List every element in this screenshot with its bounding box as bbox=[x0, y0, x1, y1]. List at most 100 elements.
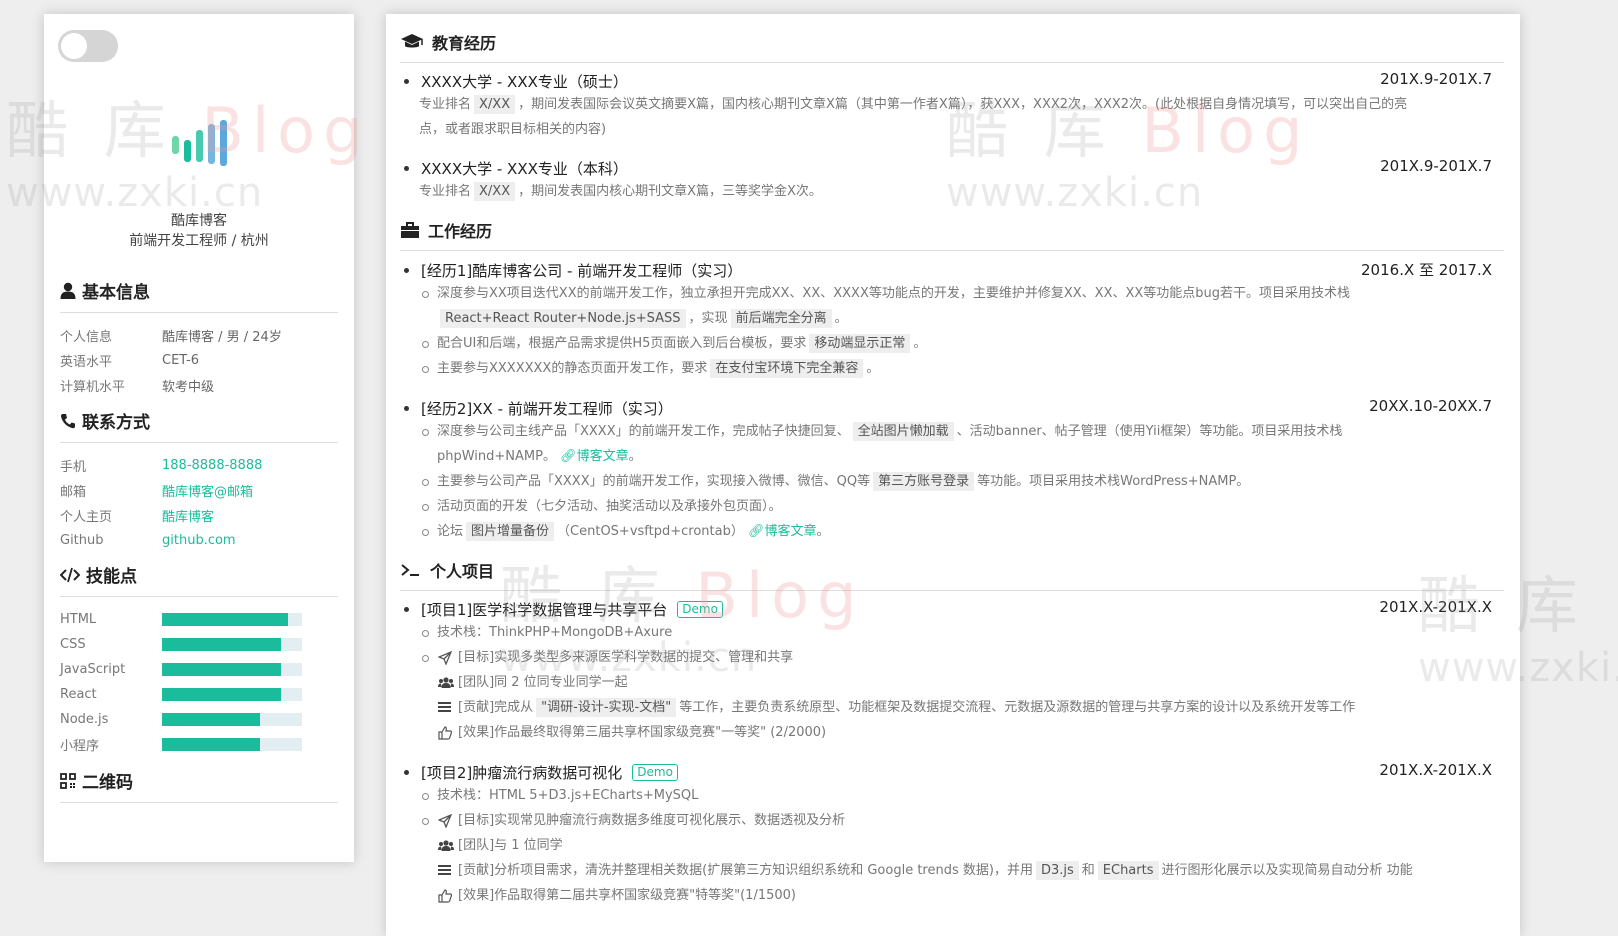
detail-text: ，实现 bbox=[688, 311, 728, 326]
profile-name: 酷库博客 bbox=[171, 213, 227, 229]
entry-title: [项目2]肿瘤流行病数据可视化 Demo 201X.X-201X.X bbox=[400, 761, 1492, 783]
contrib-text: 进行图形化展示以及实现简易自动分析 功能 bbox=[1161, 863, 1413, 878]
logo-icon bbox=[172, 120, 227, 166]
tech-chip: 前后端完全分离 bbox=[730, 309, 832, 328]
users-icon bbox=[438, 677, 454, 688]
qrcode-section: 二维码 bbox=[60, 768, 338, 813]
work-title: 工作经历 bbox=[428, 222, 493, 241]
skills-section: 技能点 HTML CSS JavaScript React Node.js 小程序 bbox=[60, 562, 338, 757]
entry-desc: 专业排名 X/XX ，期间发表国际会议英文摘要X篇，国内核心期刊文章X篇（其中第一作… bbox=[400, 92, 1492, 142]
info-row: 英语水平 CET-6 bbox=[60, 348, 338, 373]
project-entry: [项目2]肿瘤流行病数据可视化 Demo 201X.X-201X.X 技术栈：HTM… bbox=[400, 761, 1492, 908]
theme-toggle[interactable] bbox=[58, 30, 118, 62]
profile-title: 前端开发工程师 / 杭州 bbox=[129, 233, 269, 249]
entry-title: [经历2]XX - 前端开发工程师（实习） 20XX.10-20XX.7 bbox=[400, 397, 1492, 419]
thumbs-up-icon bbox=[438, 889, 452, 903]
project-team: [团队]与 1 位同学 bbox=[400, 833, 1492, 858]
contact-heading: 联系方式 bbox=[60, 408, 338, 443]
users-icon bbox=[438, 840, 454, 851]
github-link[interactable]: github.com bbox=[162, 533, 236, 548]
phone-link[interactable]: 188-8888-8888 bbox=[162, 458, 262, 473]
skill-bar-fill bbox=[162, 638, 281, 651]
projects-heading: 个人项目 bbox=[400, 558, 1504, 591]
demo-badge[interactable]: Demo bbox=[632, 763, 678, 781]
project-effect: [效果]作品最终取得第三届共享杯国家级竞赛"一等奖" (2/2000) bbox=[400, 720, 1492, 745]
education-heading: 教育经历 bbox=[400, 30, 1504, 63]
entry-title-text: [项目2]肿瘤流行病数据可视化 bbox=[421, 763, 623, 782]
skill-name: 小程序 bbox=[60, 739, 100, 754]
entry-title: XXXX大学 - XXX专业（硕士） 201X.9-201X.7 bbox=[400, 70, 1492, 92]
detail-text: phpWind+NAMP。 bbox=[437, 449, 556, 464]
code-icon bbox=[60, 567, 80, 582]
link-icon: 🔗︎ bbox=[560, 449, 577, 464]
thumbs-up-icon bbox=[438, 726, 452, 740]
briefcase-icon bbox=[401, 222, 419, 238]
demo-badge[interactable]: Demo bbox=[677, 600, 723, 618]
project-goal: [目标]实现多类型多来源医学科学数据的提交、管理和共享 bbox=[400, 645, 1492, 670]
link-icon: 🔗︎ bbox=[747, 524, 765, 539]
tech-chip: 第三方账号登录 bbox=[873, 472, 975, 491]
work-entry: [经历2]XX - 前端开发工程师（实习） 20XX.10-20XX.7 深度参与… bbox=[400, 397, 1492, 544]
contrib-text: [贡献]完成从 bbox=[458, 700, 534, 715]
skill-row: CSS bbox=[60, 632, 338, 657]
contact-key: 邮箱 bbox=[60, 485, 87, 500]
skills-list: HTML CSS JavaScript React Node.js 小程序 bbox=[60, 607, 338, 757]
skill-bar-fill bbox=[162, 713, 260, 726]
project-team: [团队]同 2 位同专业同学一起 bbox=[400, 670, 1492, 695]
desc-text: 专业排名 bbox=[419, 97, 472, 112]
detail-text: 论坛 bbox=[437, 524, 464, 539]
project-contrib: [贡献]分析项目需求，清洗并整理相关数据(扩展第三方知识组织系统和 Google… bbox=[400, 858, 1492, 883]
detail-text: 。 bbox=[913, 336, 927, 351]
detail-text: 主要参与XXXXXXX的静态页面开发工作，要求 bbox=[437, 361, 708, 376]
contact-row: 邮箱 酷库博客@邮箱 bbox=[60, 478, 338, 503]
entry-date: 2016.X 至 2017.X bbox=[1361, 261, 1492, 279]
tech-chip: 在支付宝环境下完全兼容 bbox=[710, 359, 864, 378]
detail-text: 。 bbox=[834, 311, 848, 326]
detail-text: 活动页面的开发（七夕活动、抽奖活动以及承接外包页面）。 bbox=[437, 499, 782, 514]
project-effect: [效果]作品取得第二届共享杯国家级竞赛"特等奖"(1/1500) bbox=[400, 883, 1492, 908]
effect-text: [效果]作品最终取得第三届共享杯国家级竞赛"一等奖" (2/2000) bbox=[458, 725, 827, 740]
info-value: 软考中级 bbox=[162, 380, 215, 395]
skill-bar bbox=[162, 638, 302, 651]
info-key: 英语水平 bbox=[60, 355, 113, 370]
toggle-knob[interactable] bbox=[61, 33, 87, 59]
team-text: [团队]同 2 位同专业同学一起 bbox=[458, 675, 628, 690]
work-detail: 活动页面的开发（七夕活动、抽奖活动以及承接外包页面）。 bbox=[400, 494, 1492, 519]
rank-chip: X/XX bbox=[474, 182, 516, 201]
contact-row: Github github.com bbox=[60, 528, 338, 553]
detail-text: （CentOS+vsftpd+crontab） bbox=[557, 524, 744, 539]
skill-bar bbox=[162, 688, 302, 701]
homepage-link[interactable]: 酷库博客 bbox=[162, 506, 214, 525]
basic-info-section: 基本信息 个人信息 酷库博客 / 男 / 24岁 英语水平 CET-6 计算机水平 软… bbox=[60, 278, 338, 398]
blog-article-link[interactable]: 博客文章 bbox=[577, 449, 629, 464]
info-key: 个人信息 bbox=[60, 330, 113, 345]
contrib-text: [贡献]分析项目需求，清洗并整理相关数据(扩展第三方知识组织系统和 Google… bbox=[458, 863, 1033, 878]
effect-text: [效果]作品取得第二届共享杯国家级竞赛"特等奖"(1/1500) bbox=[458, 888, 796, 903]
contact-row: 个人主页 酷库博客 bbox=[60, 503, 338, 528]
skill-bar bbox=[162, 713, 302, 726]
skill-row: Node.js bbox=[60, 707, 338, 732]
entry-title: XXXX大学 - XXX专业（本科） 201X.9-201X.7 bbox=[400, 157, 1492, 179]
skill-name: CSS bbox=[60, 637, 86, 652]
tech-chip: D3.js bbox=[1035, 861, 1079, 880]
entry-title-text: [项目1]医学科学数据管理与共享平台 bbox=[421, 600, 668, 619]
skill-row: JavaScript bbox=[60, 657, 338, 682]
basic-info-title: 基本信息 bbox=[82, 283, 150, 303]
detail-text: 深度参与公司主线产品「XXXX」的前端开发工作，完成帖子快捷回复、 bbox=[437, 424, 850, 439]
education-entry: XXXX大学 - XXX专业（硕士） 201X.9-201X.7 专业排名 X/XX… bbox=[400, 70, 1492, 142]
project-contrib: [贡献]完成从 "调研-设计-实现-文档" 等工作，主要负责系统原型、功能框架及数据… bbox=[400, 695, 1492, 720]
rank-chip: X/XX bbox=[474, 95, 516, 114]
detail-text: 深度参与XX项目迭代XX的前端开发工作，独立承担开完成XX、XX、XXXX等功能… bbox=[437, 286, 1351, 301]
phone-icon bbox=[60, 413, 75, 428]
work-detail: 深度参与公司主线产品「XXXX」的前端开发工作，完成帖子快捷回复、 全站图片懒加载… bbox=[400, 419, 1492, 469]
tech-chip: React+React Router+Node.js+SASS bbox=[440, 309, 686, 328]
email-link[interactable]: 酷库博客@邮箱 bbox=[162, 481, 253, 500]
skill-name: JavaScript bbox=[60, 662, 126, 677]
desc-text: ，期间发表国际会议英文摘要X篇，国内核心期刊文章X篇（其中第一作者X篇），获XX… bbox=[518, 97, 1408, 112]
detail-text: 。 bbox=[866, 361, 880, 376]
entry-title-text: XXXX大学 - XXX专业（本科） bbox=[421, 159, 628, 178]
skill-bar-fill bbox=[162, 663, 281, 676]
list-icon bbox=[438, 702, 451, 712]
blog-article-link[interactable]: 博客文章 bbox=[765, 524, 817, 539]
info-value: CET-6 bbox=[162, 353, 200, 368]
